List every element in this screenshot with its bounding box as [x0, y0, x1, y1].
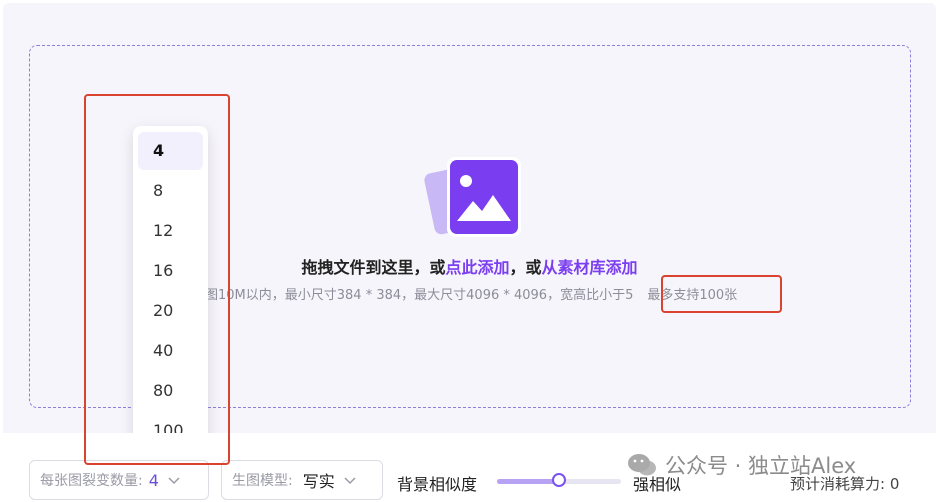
add-from-library-link[interactable]: 从素材库添加 — [542, 258, 638, 277]
similarity-slider-fill — [497, 479, 559, 484]
variation-count-value: 4 — [148, 470, 159, 490]
chevron-down-icon — [344, 477, 356, 485]
wechat-icon — [628, 454, 656, 476]
image-upload-icon[interactable] — [423, 155, 521, 241]
variation-count-select[interactable]: 每张图裂变数量: 4 — [29, 460, 209, 500]
upload-requirements-text: 图10M以内，最小尺寸384 * 384，最大尺寸4096 * 4096，宽高比… — [205, 288, 634, 303]
highlight-box-max-count — [661, 275, 782, 313]
dropzone-title-text: 拖拽文件到这里，或 — [301, 258, 446, 277]
highlight-box-dropdown — [84, 94, 230, 465]
model-value: 写实 — [302, 472, 335, 491]
similarity-slider-thumb[interactable] — [552, 473, 566, 487]
add-file-link[interactable]: 点此添加 — [445, 258, 509, 277]
dropzone-title-separator: ，或 — [509, 258, 542, 277]
compute-cost: 预计消耗算力: 0 — [790, 475, 900, 493]
model-label: 生图模型: — [232, 473, 293, 489]
model-select[interactable]: 生图模型: 写实 — [221, 460, 383, 500]
dropzone-hint: 图10M以内，最小尺寸384 * 384，最大尺寸4096 * 4096，宽高比… — [205, 284, 737, 303]
variation-count-label: 每张图裂变数量: — [40, 473, 143, 489]
similarity-label: 背景相似度 — [397, 475, 478, 494]
chevron-down-icon — [168, 477, 180, 485]
similarity-slider[interactable] — [497, 473, 621, 487]
